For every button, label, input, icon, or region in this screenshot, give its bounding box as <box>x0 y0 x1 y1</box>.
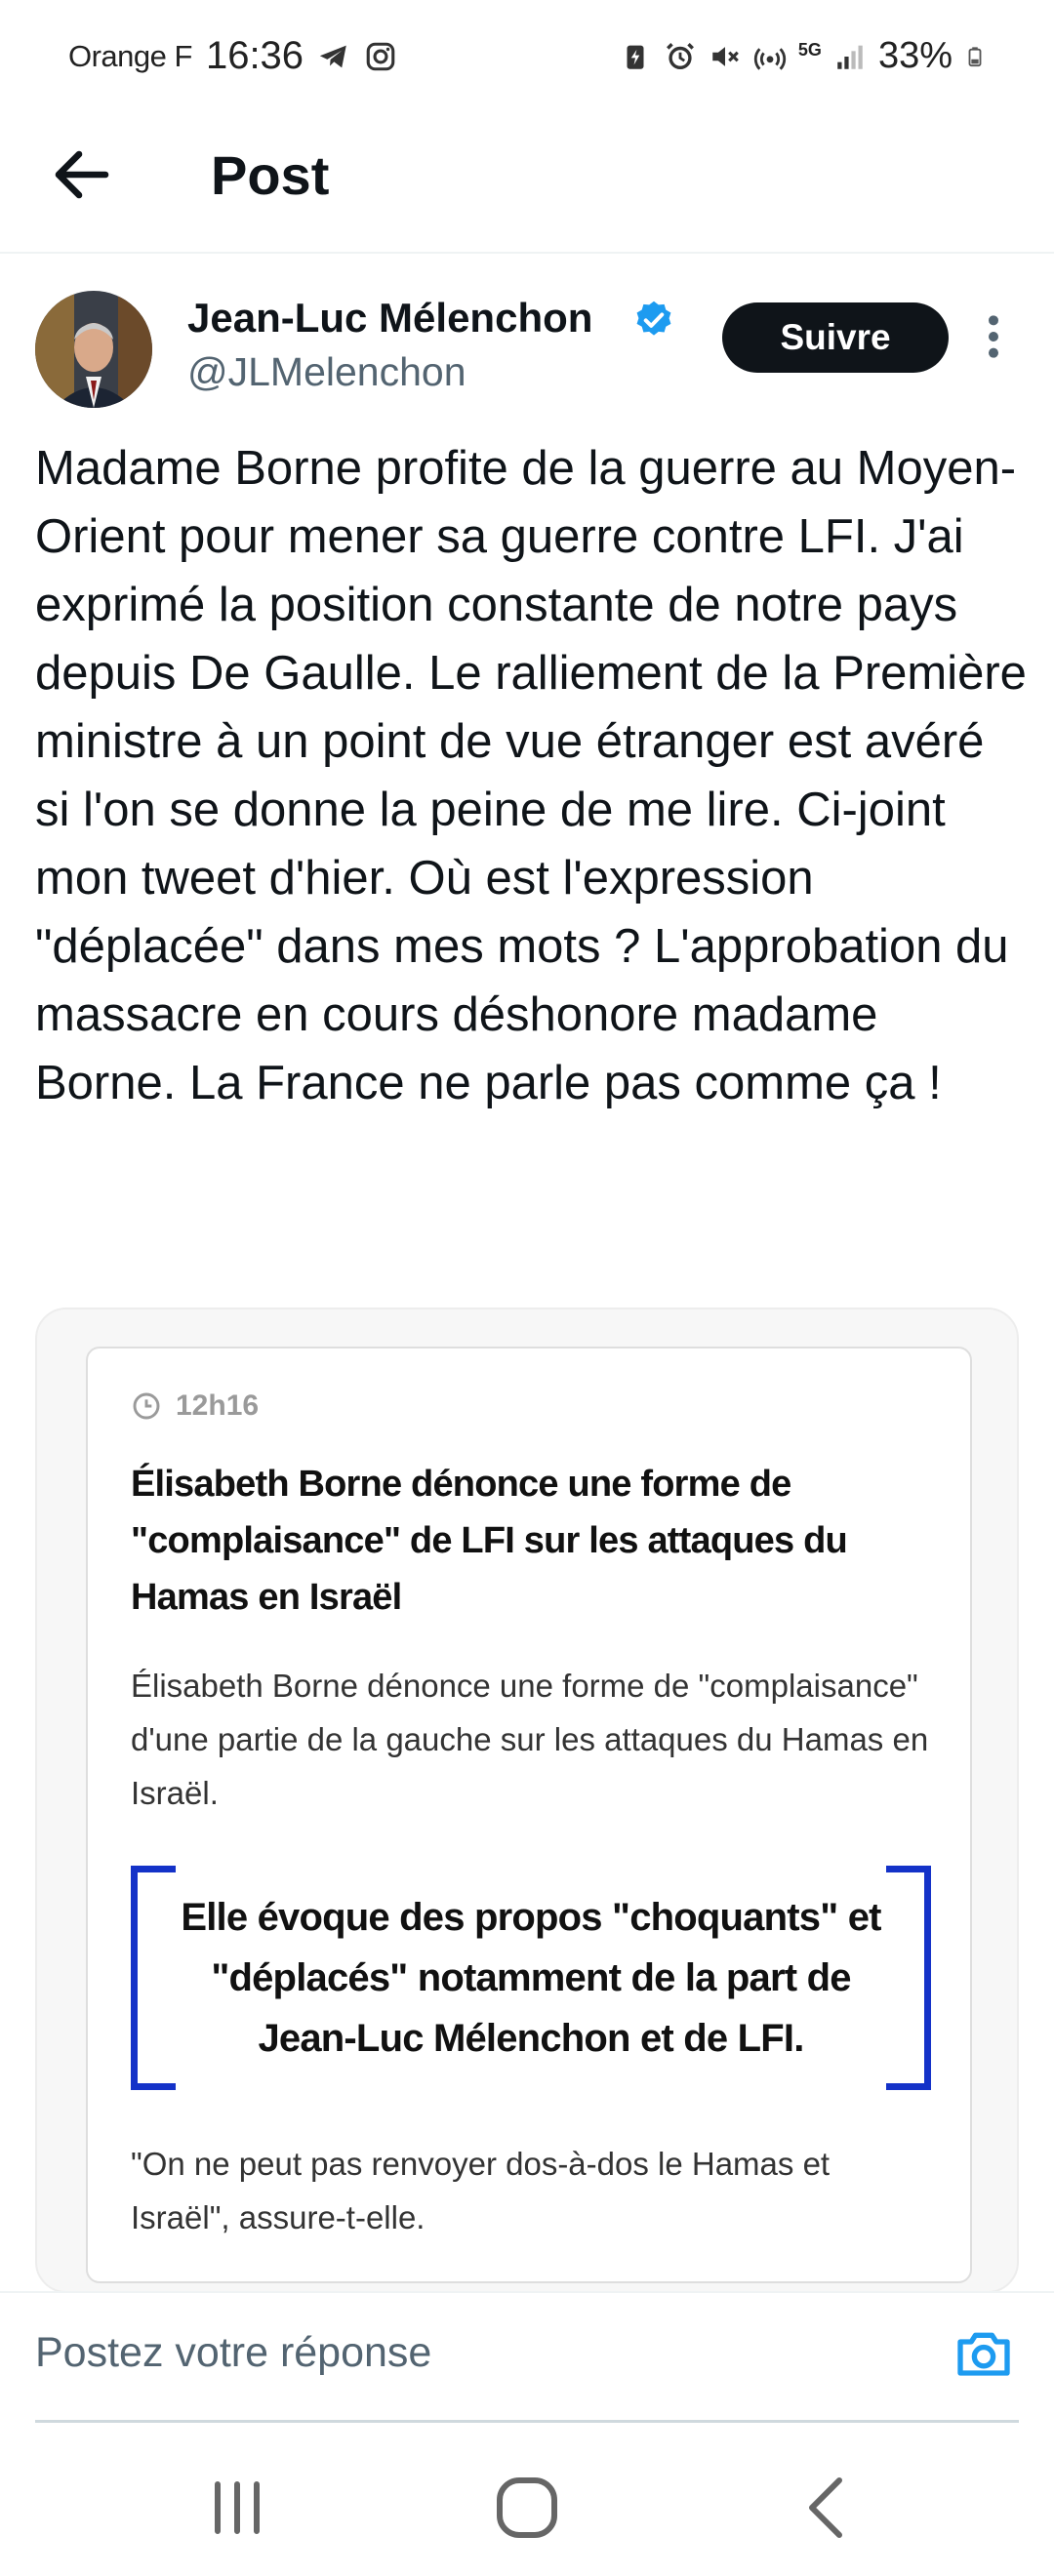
instagram-icon <box>366 42 395 70</box>
status-right: 5G 33% <box>619 35 986 77</box>
article-footer: "On ne peut pas renvoyer dos-à-dos le Ha… <box>131 2146 831 2235</box>
page-title: Post <box>211 144 330 206</box>
follow-button[interactable]: Suivre <box>722 302 949 373</box>
verified-badge-icon <box>636 301 671 336</box>
avatar[interactable] <box>35 291 152 408</box>
back-nav-icon[interactable] <box>789 2469 867 2547</box>
clock-icon <box>133 1392 160 1420</box>
article-quote: Elle évoque des propos "choquants" et "d… <box>181 1896 881 2060</box>
post-media-image[interactable]: 12h16 Élisabeth Borne dénonce une forme … <box>35 1308 1019 2293</box>
article-quote-box: Elle évoque des propos "choquants" et "d… <box>131 1866 931 2090</box>
battery-percent: 33% <box>877 35 953 76</box>
home-icon[interactable] <box>488 2469 566 2547</box>
top-app-bar: Post <box>0 112 1054 254</box>
status-left: Orange F 16:36 <box>68 34 397 78</box>
recent-apps-icon[interactable] <box>198 2469 276 2547</box>
alarm-icon <box>666 42 694 69</box>
signal-icon <box>837 45 863 69</box>
avatar-photo <box>35 291 152 408</box>
author-handle[interactable]: @JLMelenchon <box>187 345 466 398</box>
status-bar: Orange F 16:36 5G 33% <box>0 0 1054 112</box>
carrier-label: Orange F <box>68 38 192 73</box>
more-options-icon[interactable] <box>976 312 1011 361</box>
mute-icon <box>712 46 739 66</box>
post-text: Madame Borne profite de la guerre au Moy… <box>35 442 1027 1109</box>
telegram-icon <box>319 45 346 67</box>
article-lead: Élisabeth Borne dénonce une forme de "co… <box>131 1668 929 1811</box>
battery-saver-icon <box>627 45 644 69</box>
status-time: 16:36 <box>205 34 304 77</box>
author-name[interactable]: Jean-Luc Mélenchon <box>187 291 592 345</box>
battery-icon <box>968 46 982 66</box>
article-time: 12h16 <box>176 1389 260 1422</box>
reply-underline <box>35 2420 1019 2423</box>
article-screenshot: 12h16 Élisabeth Borne dénonce une forme … <box>86 1347 972 2283</box>
article-time-row: 12h16 <box>131 1389 259 1423</box>
quote-bracket-right <box>886 1866 931 2090</box>
reply-input[interactable] <box>35 2318 913 2387</box>
article-headline: Élisabeth Borne dénonce une forme de "co… <box>131 1464 848 1618</box>
network-label: 5G <box>797 39 822 60</box>
back-arrow-icon[interactable] <box>47 140 117 210</box>
reply-bar <box>0 2291 1054 2423</box>
camera-icon[interactable] <box>953 2322 1015 2385</box>
system-nav-bar <box>0 2430 1054 2576</box>
hotspot-icon <box>753 47 787 70</box>
